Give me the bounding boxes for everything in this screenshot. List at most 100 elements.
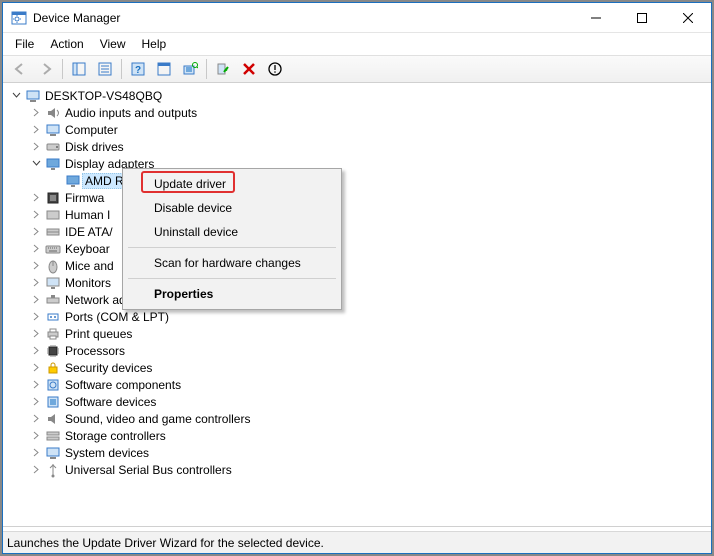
port-icon: [45, 309, 61, 325]
menu-help[interactable]: Help: [134, 35, 175, 53]
tree-item[interactable]: Computer: [9, 121, 711, 138]
tree-item[interactable]: Firmwa: [9, 189, 711, 206]
enable-button[interactable]: [211, 57, 235, 81]
chevron-right-icon[interactable]: [29, 276, 43, 290]
tree-item[interactable]: Software components: [9, 376, 711, 393]
chevron-right-icon[interactable]: [29, 259, 43, 273]
show-hide-tree-button[interactable]: [67, 57, 91, 81]
menubar: File Action View Help: [3, 33, 711, 55]
tree-item-label: Human I: [65, 208, 110, 222]
tree-item[interactable]: Network adapters: [9, 291, 711, 308]
printer-icon: [45, 326, 61, 342]
ctx-properties[interactable]: Properties: [126, 282, 338, 306]
tree-item[interactable]: Ports (COM & LPT): [9, 308, 711, 325]
scan-button[interactable]: [178, 57, 202, 81]
chevron-right-icon[interactable]: [29, 463, 43, 477]
chevron-down-icon[interactable]: [29, 157, 43, 171]
device-tree[interactable]: DESKTOP-VS48QBQ Audio inputs and outputs…: [3, 83, 711, 527]
ctx-disable-device[interactable]: Disable device: [126, 196, 338, 220]
tree-item-label: Disk drives: [65, 140, 124, 154]
tree-item-display-adapters[interactable]: Display adapters: [9, 155, 711, 172]
tree-item-label: Universal Serial Bus controllers: [65, 463, 232, 477]
tree-item-label: Security devices: [65, 361, 152, 375]
chevron-right-icon[interactable]: [29, 191, 43, 205]
tree-item[interactable]: Processors: [9, 342, 711, 359]
tree-item[interactable]: System devices: [9, 444, 711, 461]
chevron-right-icon[interactable]: [29, 429, 43, 443]
chevron-right-icon[interactable]: [29, 412, 43, 426]
tree-item-label: Computer: [65, 123, 118, 137]
tree-item-label: Print queues: [65, 327, 132, 341]
tree-item[interactable]: Keyboar: [9, 240, 711, 257]
cpu-icon: [45, 343, 61, 359]
spacer: [49, 174, 63, 188]
chevron-right-icon[interactable]: [29, 140, 43, 154]
chevron-right-icon[interactable]: [29, 395, 43, 409]
computer-icon: [45, 122, 61, 138]
action-button[interactable]: [152, 57, 176, 81]
tree-item[interactable]: Storage controllers: [9, 427, 711, 444]
tree-item[interactable]: Print queues: [9, 325, 711, 342]
minimize-button[interactable]: [573, 3, 619, 33]
chevron-right-icon[interactable]: [29, 293, 43, 307]
tree-item[interactable]: Mice and: [9, 257, 711, 274]
tree-item[interactable]: Audio inputs and outputs: [9, 104, 711, 121]
keyboard-icon: [45, 241, 61, 257]
tree-item[interactable]: Sound, video and game controllers: [9, 410, 711, 427]
separator: [128, 247, 336, 248]
properties-button[interactable]: [93, 57, 117, 81]
tree-item-label: System devices: [65, 446, 149, 460]
menu-view[interactable]: View: [92, 35, 134, 53]
ctx-update-driver[interactable]: Update driver: [126, 172, 338, 196]
chevron-right-icon[interactable]: [29, 344, 43, 358]
software-icon: [45, 377, 61, 393]
tree-item[interactable]: Security devices: [9, 359, 711, 376]
storage-icon: [45, 428, 61, 444]
hid-icon: [45, 207, 61, 223]
usb-icon: [45, 462, 61, 478]
statusbar: Launches the Update Driver Wizard for th…: [3, 531, 711, 553]
menu-file[interactable]: File: [7, 35, 42, 53]
root-label: DESKTOP-VS48QBQ: [45, 89, 162, 103]
tree-item[interactable]: Disk drives: [9, 138, 711, 155]
chevron-right-icon[interactable]: [29, 378, 43, 392]
ctx-uninstall-device[interactable]: Uninstall device: [126, 220, 338, 244]
tree-item[interactable]: Monitors: [9, 274, 711, 291]
chevron-right-icon[interactable]: [29, 208, 43, 222]
svg-text:?: ?: [135, 65, 141, 76]
ide-icon: [45, 224, 61, 240]
chevron-right-icon[interactable]: [29, 242, 43, 256]
chevron-right-icon[interactable]: [29, 361, 43, 375]
close-button[interactable]: [665, 3, 711, 33]
menu-action[interactable]: Action: [42, 35, 91, 53]
tree-item[interactable]: Universal Serial Bus controllers: [9, 461, 711, 478]
ctx-scan-hardware[interactable]: Scan for hardware changes: [126, 251, 338, 275]
tree-item[interactable]: Human I: [9, 206, 711, 223]
chevron-right-icon[interactable]: [29, 327, 43, 341]
separator: [62, 59, 63, 79]
root-node[interactable]: DESKTOP-VS48QBQ: [9, 87, 711, 104]
tree-item[interactable]: IDE ATA/: [9, 223, 711, 240]
help-button[interactable]: ?: [126, 57, 150, 81]
tree-item-label: Firmwa: [65, 191, 104, 205]
back-button: [8, 57, 32, 81]
chevron-right-icon[interactable]: [29, 106, 43, 120]
display-icon: [45, 156, 61, 172]
titlebar: Device Manager: [3, 3, 711, 33]
software-icon: [45, 394, 61, 410]
tree-item[interactable]: Software devices: [9, 393, 711, 410]
chevron-right-icon[interactable]: [29, 123, 43, 137]
disable-button[interactable]: [237, 57, 261, 81]
maximize-button[interactable]: [619, 3, 665, 33]
separator: [121, 59, 122, 79]
chevron-right-icon[interactable]: [29, 310, 43, 324]
chevron-down-icon[interactable]: [9, 89, 23, 103]
uninstall-button[interactable]: [263, 57, 287, 81]
window-title: Device Manager: [33, 11, 573, 25]
chevron-right-icon[interactable]: [29, 225, 43, 239]
context-menu: Update driver Disable device Uninstall d…: [122, 168, 342, 310]
chevron-right-icon[interactable]: [29, 446, 43, 460]
tree-item-gpu[interactable]: AMD Radeon(TM) RX Vega 11 Graphics: [9, 172, 711, 189]
security-icon: [45, 360, 61, 376]
tree-item-label: Ports (COM & LPT): [65, 310, 169, 324]
